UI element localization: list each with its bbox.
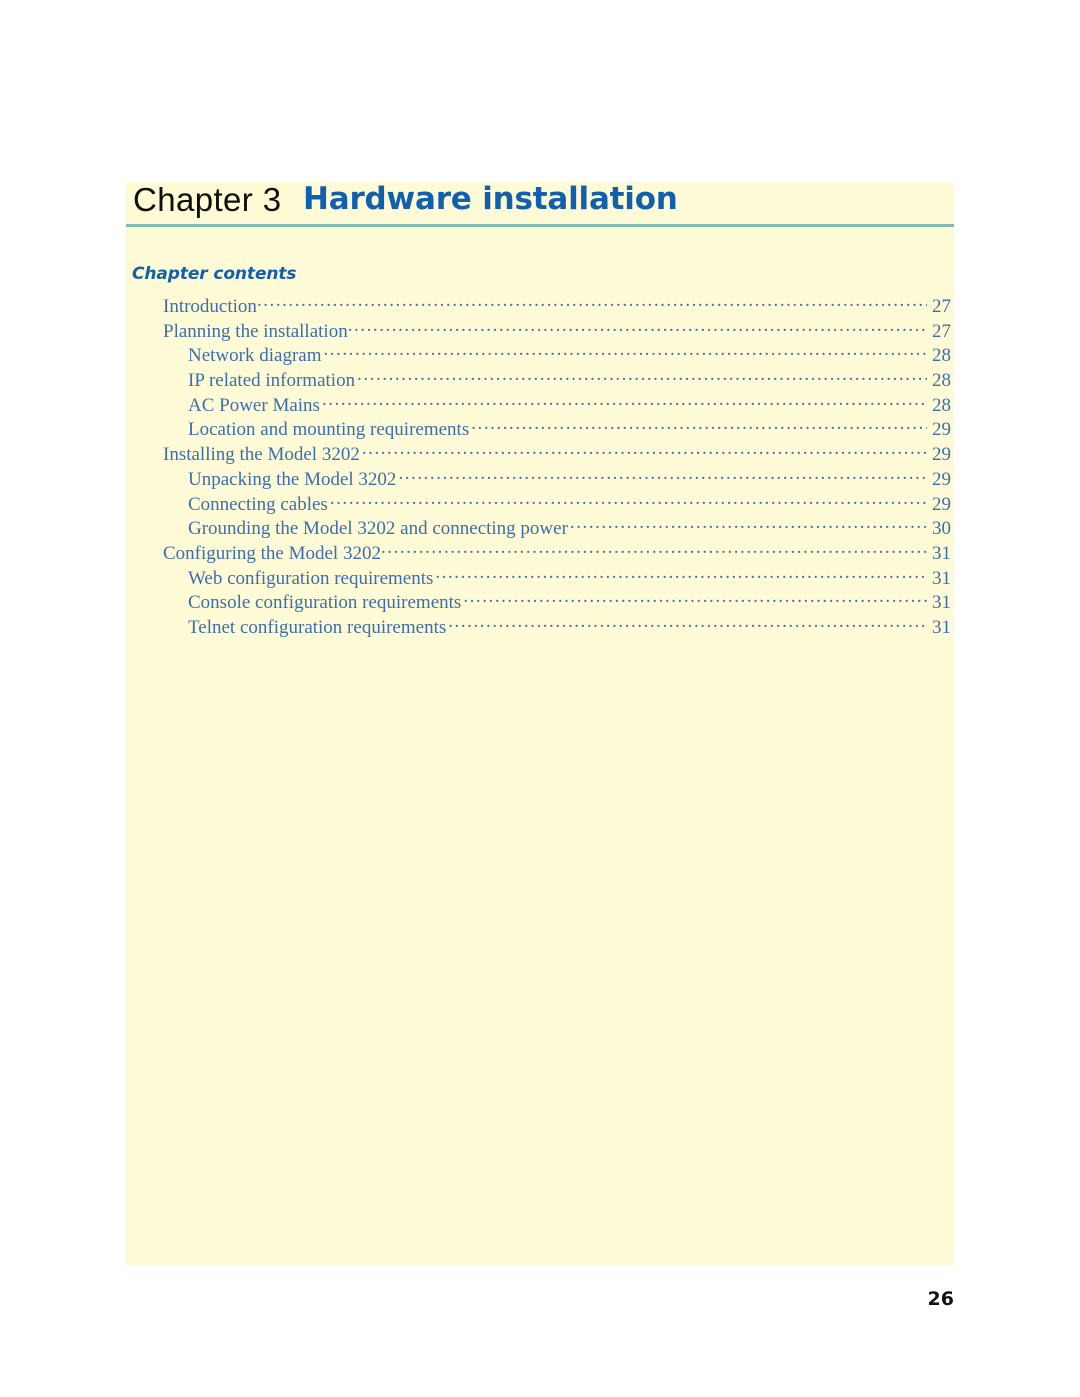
toc-leader-dots bbox=[257, 293, 927, 312]
page-sheet: Chapter 3 Hardware installation Chapter … bbox=[0, 0, 1080, 1397]
toc-leader-dots bbox=[322, 392, 927, 411]
toc-leader-dots bbox=[348, 318, 927, 337]
chapter-contents-heading: Chapter contents bbox=[132, 264, 297, 284]
toc-entry-page-number: 31 bbox=[932, 592, 951, 614]
toc-entry[interactable]: Planning the installation 27 bbox=[126, 318, 954, 343]
toc-entry-page-number: 31 bbox=[932, 616, 951, 638]
toc-entry-page-number: 28 bbox=[932, 345, 951, 367]
toc-entry-page-number: 29 bbox=[932, 419, 951, 441]
toc-entry-label: AC Power Mains bbox=[188, 394, 320, 416]
chapter-title: Hardware installation bbox=[303, 181, 678, 217]
toc-entry[interactable]: Installing the Model 3202 29 bbox=[126, 441, 954, 466]
toc-entry-page-number: 29 bbox=[932, 493, 951, 515]
toc-leader-dots bbox=[471, 416, 927, 435]
table-of-contents: Introduction 27 Planning the installation 2… bbox=[126, 293, 954, 639]
toc-entry-page-number: 30 bbox=[932, 518, 951, 540]
toc-entry-label: Planning the installation bbox=[163, 320, 348, 342]
toc-leader-dots bbox=[463, 589, 927, 608]
toc-entry-page-number: 29 bbox=[932, 444, 951, 466]
toc-entry[interactable]: Web configuration requirements 31 bbox=[126, 565, 954, 590]
toc-entry-label: Connecting cables bbox=[188, 493, 328, 515]
chapter-number-label: Chapter 3 bbox=[133, 181, 282, 218]
toc-entry[interactable]: Network diagram 28 bbox=[126, 342, 954, 367]
toc-leader-dots bbox=[448, 614, 927, 633]
chapter-content-panel: Chapter 3 Hardware installation Chapter … bbox=[126, 181, 954, 1266]
toc-entry[interactable]: Unpacking the Model 3202 29 bbox=[126, 466, 954, 491]
toc-entry[interactable]: IP related information 28 bbox=[126, 367, 954, 392]
toc-entry-page-number: 29 bbox=[932, 468, 951, 490]
toc-leader-dots bbox=[398, 466, 927, 485]
toc-entry[interactable]: Telnet configuration requirements 31 bbox=[126, 614, 954, 639]
toc-entry[interactable]: AC Power Mains 28 bbox=[126, 392, 954, 417]
toc-entry-page-number: 31 bbox=[932, 542, 951, 564]
toc-entry[interactable]: Introduction 27 bbox=[126, 293, 954, 318]
page-number-folio: 26 bbox=[927, 1288, 954, 1310]
toc-entry-page-number: 27 bbox=[932, 296, 951, 317]
toc-entry[interactable]: Grounding the Model 3202 and connecting … bbox=[126, 515, 954, 540]
toc-entry-label: Location and mounting requirements bbox=[188, 419, 470, 441]
toc-leader-dots bbox=[570, 515, 927, 534]
toc-leader-dots bbox=[362, 441, 927, 460]
toc-entry[interactable]: Connecting cables 29 bbox=[126, 491, 954, 516]
toc-entry-label: Unpacking the Model 3202 bbox=[188, 468, 397, 490]
toc-entry-page-number: 28 bbox=[932, 394, 951, 416]
toc-entry[interactable]: Location and mounting requirements 29 bbox=[126, 416, 954, 441]
toc-entry-label: Console configuration requirements bbox=[188, 592, 462, 614]
toc-entry-label: Installing the Model 3202 bbox=[163, 444, 360, 466]
toc-leader-dots bbox=[435, 565, 927, 584]
toc-entry[interactable]: Console configuration requirements 31 bbox=[126, 589, 954, 614]
chapter-header: Chapter 3 Hardware installation bbox=[126, 181, 954, 224]
toc-leader-dots bbox=[357, 367, 927, 386]
toc-entry-label: Grounding the Model 3202 and connecting … bbox=[188, 518, 568, 540]
header-divider-rule bbox=[126, 224, 954, 227]
toc-leader-dots bbox=[323, 342, 927, 361]
toc-entry[interactable]: Configuring the Model 3202 31 bbox=[126, 540, 954, 565]
toc-entry-label: Introduction bbox=[163, 296, 257, 317]
toc-entry-page-number: 28 bbox=[932, 370, 951, 392]
toc-leader-dots bbox=[381, 540, 927, 559]
toc-entry-label: Telnet configuration requirements bbox=[188, 616, 447, 638]
toc-entry-label: Web configuration requirements bbox=[188, 567, 434, 589]
toc-entry-label: Network diagram bbox=[188, 345, 322, 367]
toc-leader-dots bbox=[330, 491, 927, 510]
toc-entry-label: IP related information bbox=[188, 370, 356, 392]
toc-entry-page-number: 31 bbox=[932, 567, 951, 589]
toc-entry-page-number: 27 bbox=[932, 320, 951, 342]
toc-entry-label: Configuring the Model 3202 bbox=[163, 542, 381, 564]
